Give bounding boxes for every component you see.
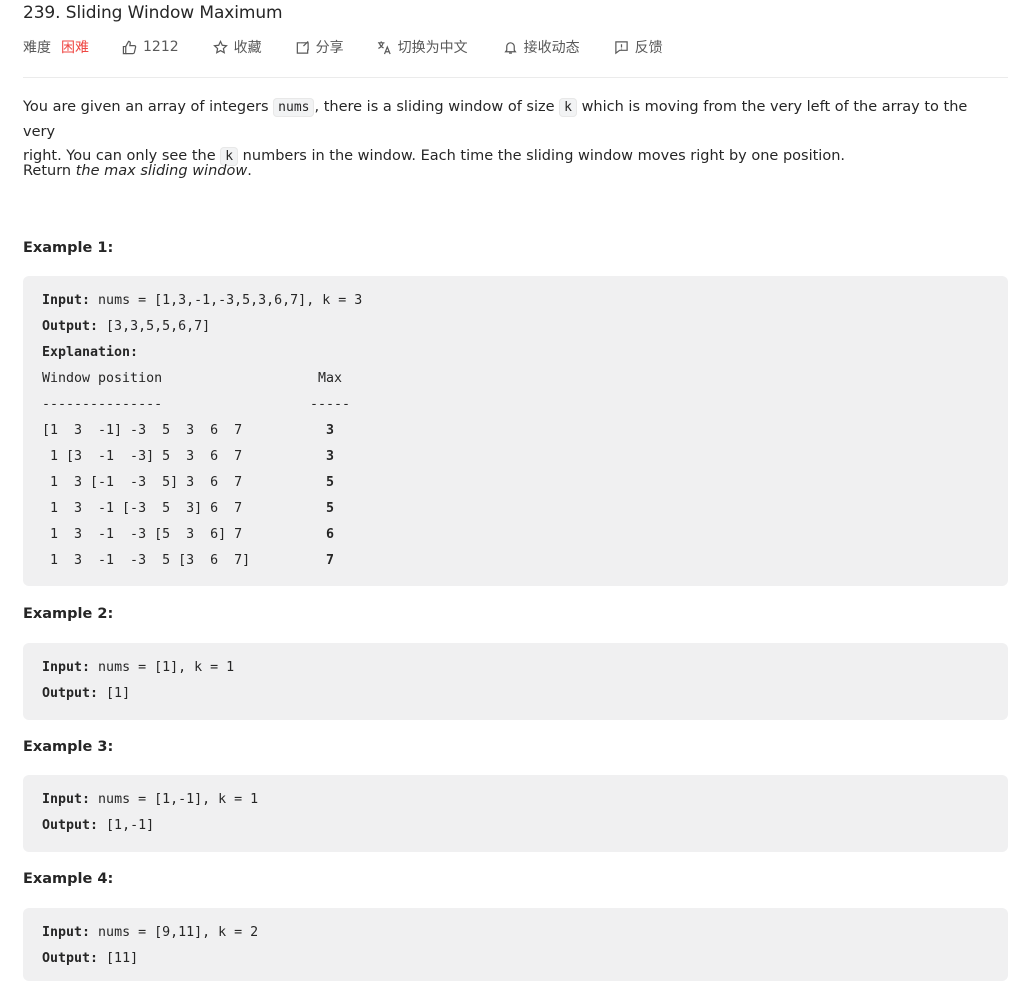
output-value: [1] [98,686,131,701]
difficulty-label: 难度 [23,40,51,56]
problem-title: 239. Sliding Window Maximum [23,3,283,23]
output-label: Output: [42,686,99,701]
difficulty: 难度 困难 [23,37,89,57]
translate-button[interactable]: 切换为中文 [377,37,468,57]
description-text: You are given an array of integers [23,99,274,115]
window-row: 1 3 [-1 -3 5] 3 6 7 [42,475,243,490]
like-button[interactable]: 1212 [122,39,179,55]
window-row: 1 3 -1 -3 5 [3 6 7] [42,553,251,568]
star-icon [212,39,228,54]
subscribe-label: 接收动态 [523,40,580,56]
output-value: [11] [98,951,139,966]
output-label: Output: [42,319,99,334]
thumbs-up-icon [122,40,137,54]
difficulty-badge: 困难 [61,40,89,56]
example-1-code-block: Input: nums = [1,3,-1,-3,5,3,6,7], k = 3… [23,276,1008,586]
bell-icon [503,41,517,54]
input-value: nums = [9,11], k = 2 [90,925,259,940]
input-label: Input: [42,660,91,675]
input-label: Input: [42,925,91,940]
return-emphasis: the max sliding window [75,163,248,179]
share-label: 分享 [315,40,344,56]
input-value: nums = [1,3,-1,-3,5,3,6,7], k = 3 [90,293,363,308]
inline-code-k: k [559,98,577,117]
output-value: [1,-1] [98,818,155,833]
return-text: Return [23,163,76,179]
example-2-title: Example 2: [23,606,114,622]
input-value: nums = [1,-1], k = 1 [90,792,259,807]
max-rule: ----- [310,397,351,412]
window-max: 7 [326,553,335,568]
return-paragraph: Return the max sliding window. [23,159,998,183]
description-paragraph: You are given an array of integers nums,… [23,95,998,169]
output-label: Output: [42,818,99,833]
header-divider [23,77,1008,78]
example-3-title: Example 3: [23,739,114,755]
translate-icon [377,40,391,54]
window-position-header: Window position [42,371,163,386]
share-button[interactable]: 分享 [295,37,344,57]
problem-toolbar: 难度 困难 1212 收藏 分享 切换为中文 接收动态 反馈 [23,36,663,58]
feedback-label: 反馈 [634,40,663,56]
window-max: 6 [326,527,335,542]
example-4-code-block: Input: nums = [9,11], k = 2 Output: [11] [23,908,1008,981]
input-label: Input: [42,792,91,807]
example-2-code-block: Input: nums = [1], k = 1 Output: [1] [23,643,1008,720]
window-max: 3 [326,449,335,464]
feedback-button[interactable]: 反馈 [614,37,663,57]
window-row: 1 [3 -1 -3] 5 3 6 7 [42,449,243,464]
window-row: 1 3 -1 -3 [5 3 6] 7 [42,527,243,542]
example-1-title: Example 1: [23,240,114,256]
window-rule: --------------- [42,397,163,412]
description-text: , there is a sliding window of size [314,99,560,115]
input-value: nums = [1], k = 1 [90,660,235,675]
feedback-icon [614,40,628,54]
example-4-title: Example 4: [23,871,114,887]
translate-label: 切换为中文 [397,40,468,56]
output-value: [3,3,5,5,6,7] [98,319,211,334]
share-icon [296,40,309,54]
inline-code-nums: nums [273,98,315,117]
explanation-label: Explanation: [42,345,139,360]
window-row: 1 3 -1 [-3 5 3] 6 7 [42,501,243,516]
like-count: 1212 [143,39,179,55]
max-header: Max [318,371,343,386]
input-label: Input: [42,293,91,308]
return-text: . [247,163,252,179]
subscribe-button[interactable]: 接收动态 [503,37,580,57]
favorite-button[interactable]: 收藏 [212,37,262,57]
window-max: 3 [326,423,335,438]
example-3-code-block: Input: nums = [1,-1], k = 1 Output: [1,-… [23,775,1008,852]
favorite-label: 收藏 [233,40,262,56]
window-row: [1 3 -1] -3 5 3 6 7 [42,423,243,438]
output-label: Output: [42,951,99,966]
window-max: 5 [326,475,335,490]
window-max: 5 [326,501,335,516]
